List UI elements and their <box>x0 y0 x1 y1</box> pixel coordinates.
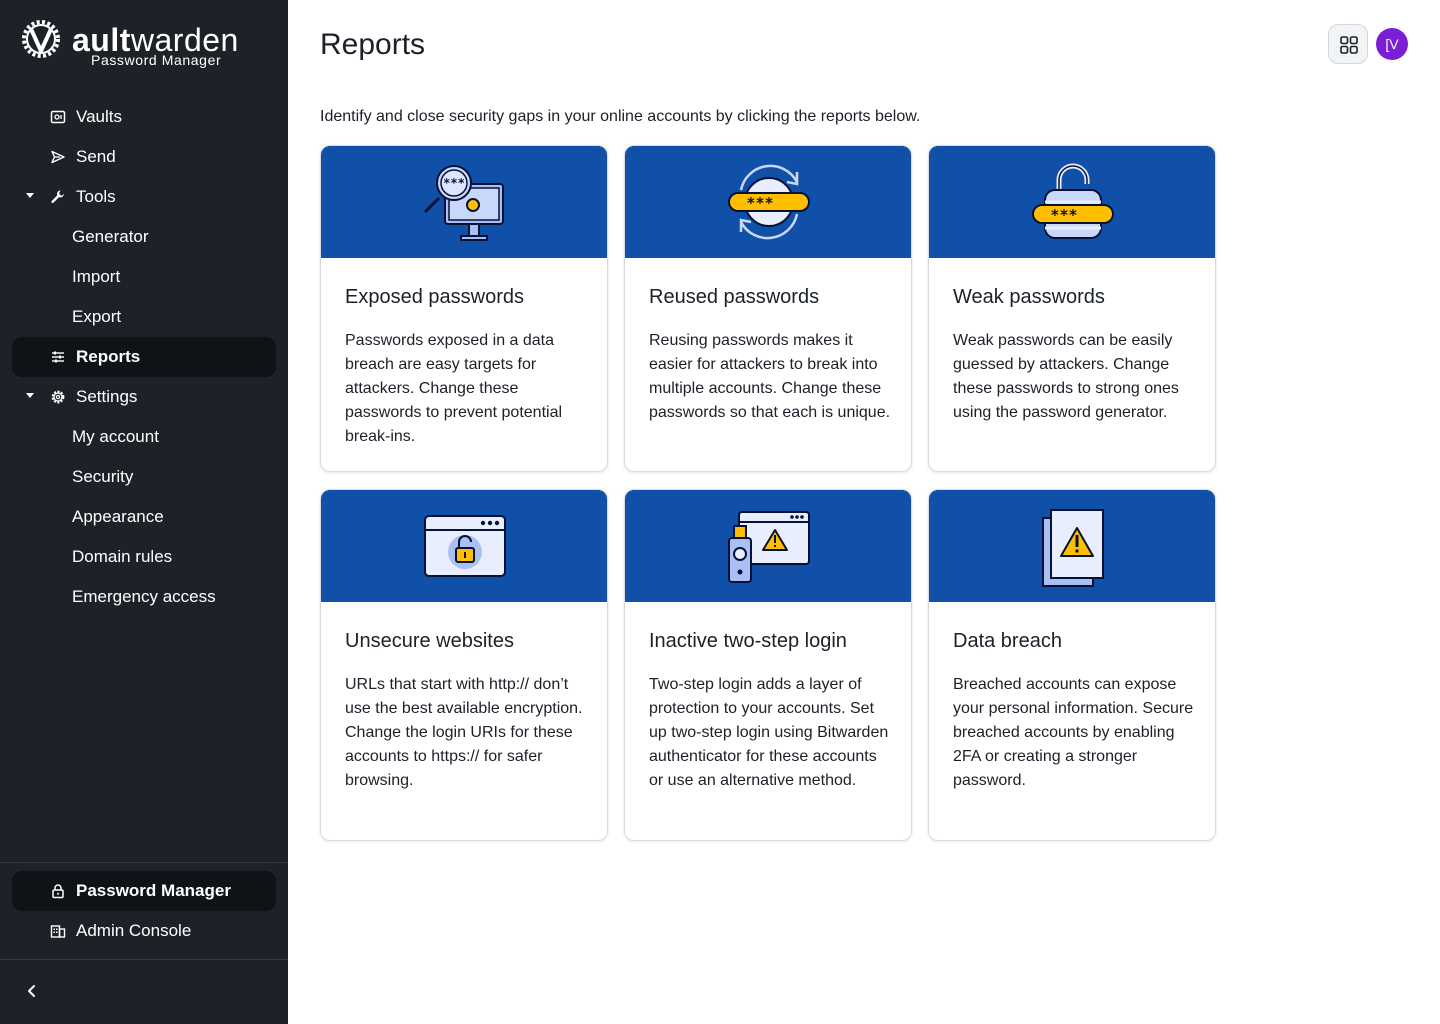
reports-intro-text: Identify and close security gaps in your… <box>320 108 921 125</box>
report-card-reused-passwords[interactable]: ***__ Reused passwords Reusing passwords… <box>624 145 912 472</box>
nav-generator-label: Generator <box>72 227 149 246</box>
card-banner: *** <box>321 146 607 258</box>
report-card-weak-passwords[interactable]: ***__ Weak passwords Weak passwords can … <box>928 145 1216 472</box>
collapse-sidebar-chevron-left-icon[interactable] <box>20 979 44 1003</box>
nav-my-account[interactable]: My account <box>12 417 276 457</box>
card-banner: ***__ <box>929 146 1215 258</box>
nav-import[interactable]: Import <box>12 257 276 297</box>
building-icon <box>50 925 66 938</box>
wrench-icon <box>51 190 64 203</box>
report-description: Breached accounts can expose your person… <box>953 676 1194 789</box>
report-title: Unsecure websites <box>345 630 514 652</box>
report-card-exposed-passwords[interactable]: *** Exposed passwords Passwords exposed … <box>320 145 608 472</box>
caret-down-icon[interactable] <box>26 393 34 398</box>
nav-vaults-label: Vaults <box>76 107 122 126</box>
nav-password-manager[interactable]: Password Manager <box>12 871 276 911</box>
caret-down-icon[interactable] <box>26 193 34 198</box>
avatar[interactable]: [V <box>1376 28 1408 60</box>
page-title: Reports <box>320 28 426 61</box>
nav-my-account-label: My account <box>72 427 159 446</box>
nav-generator[interactable]: Generator <box>12 217 276 257</box>
reused-passwords-icon: ***__ <box>728 164 810 240</box>
nav-admin-console-label: Admin Console <box>76 921 192 940</box>
report-card-unsecure-websites[interactable]: Unsecure websites URLs that start with h… <box>320 489 608 841</box>
vaultwarden-logo[interactable]: aultwarden Password Manager <box>20 18 238 70</box>
nav-security[interactable]: Security <box>12 457 276 497</box>
report-card-data-breach[interactable]: Data breach Breached accounts can expose… <box>928 489 1216 841</box>
nav-send-label: Send <box>76 147 116 166</box>
vault-icon <box>50 110 66 124</box>
card-banner <box>321 490 607 602</box>
unsecure-websites-icon <box>424 515 506 577</box>
sidebar: aultwarden Password Manager Vaults Send … <box>0 0 288 1024</box>
nav-security-label: Security <box>72 467 134 486</box>
svg-text:***: *** <box>443 176 465 190</box>
nav-send[interactable]: Send <box>12 137 276 177</box>
gear-logo-icon <box>22 20 60 58</box>
password-mask-text: ***__ <box>1050 206 1096 224</box>
nav-import-label: Import <box>72 267 121 286</box>
report-description: Weak passwords can be easily guessed by … <box>953 332 1179 421</box>
data-breach-icon <box>1042 509 1104 587</box>
report-card-inactive-two-step-login[interactable]: Inactive two-step login Two-step login a… <box>624 489 912 841</box>
nav-settings[interactable]: Settings <box>12 377 276 417</box>
sliders-icon <box>52 351 64 363</box>
report-description: Reusing passwords makes it easier for at… <box>649 332 891 421</box>
card-banner <box>625 490 911 602</box>
nav-reports-label: Reports <box>76 347 141 366</box>
nav-appearance[interactable]: Appearance <box>12 497 276 537</box>
exposed-passwords-icon: *** <box>423 165 504 241</box>
nav-emergency-access[interactable]: Emergency access <box>12 577 276 617</box>
report-title: Data breach <box>953 630 1062 652</box>
grid-icon <box>1340 36 1358 54</box>
report-title: Reused passwords <box>649 286 820 308</box>
report-title: Exposed passwords <box>345 286 524 308</box>
report-description: URLs that start with http:// don’t use t… <box>345 676 583 789</box>
two-step-login-icon <box>728 511 810 583</box>
nav-appearance-label: Appearance <box>72 507 164 526</box>
nav-admin-console[interactable]: Admin Console <box>12 911 276 951</box>
gear-icon <box>51 390 65 404</box>
report-title: Inactive two-step login <box>649 630 847 652</box>
nav-emergency-access-label: Emergency access <box>72 587 216 606</box>
card-banner <box>929 490 1215 602</box>
password-mask-text: ***__ <box>746 194 792 212</box>
nav-vaults[interactable]: Vaults <box>12 97 276 137</box>
report-description: Two-step login adds a layer of protectio… <box>649 676 889 789</box>
nav-tools[interactable]: Tools <box>12 177 276 217</box>
nav-password-manager-label: Password Manager <box>76 881 231 900</box>
sidebar-divider <box>0 862 288 863</box>
nav-tools-label: Tools <box>76 187 116 206</box>
report-description: Passwords exposed in a data breach are e… <box>345 332 563 445</box>
product-switcher-button[interactable] <box>1328 24 1368 64</box>
nav-settings-label: Settings <box>76 387 138 406</box>
lock-icon <box>52 884 64 899</box>
brand-subtitle: Password Manager <box>91 52 222 68</box>
nav-domain-rules-label: Domain rules <box>72 547 173 566</box>
weak-passwords-icon: ***__ <box>1032 163 1114 239</box>
sidebar-divider <box>0 959 288 960</box>
send-icon <box>51 150 65 164</box>
report-title: Weak passwords <box>953 286 1105 308</box>
nav-export[interactable]: Export <box>12 297 276 337</box>
nav-export-label: Export <box>72 307 122 326</box>
nav-domain-rules[interactable]: Domain rules <box>12 537 276 577</box>
card-banner: ***__ <box>625 146 911 258</box>
nav-reports[interactable]: Reports <box>12 337 276 377</box>
